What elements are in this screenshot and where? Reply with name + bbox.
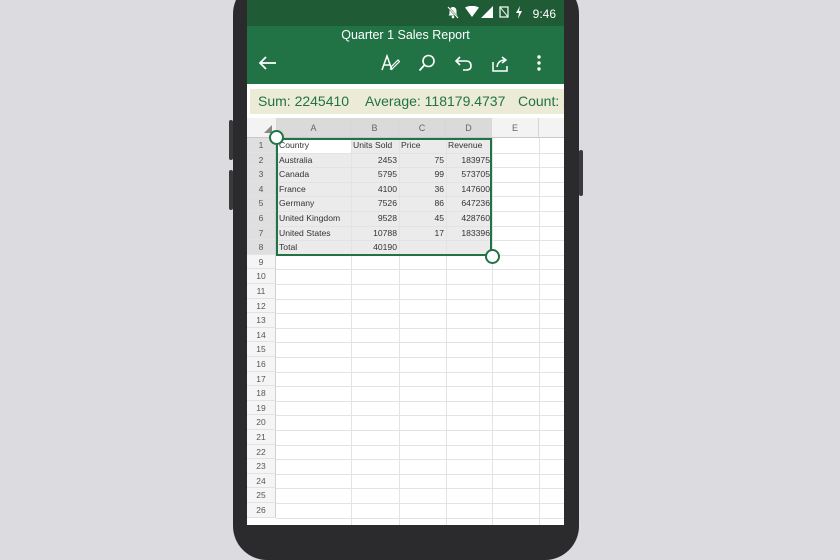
grid-line — [276, 313, 564, 315]
row-header[interactable]: 23 — [247, 459, 276, 474]
row-header[interactable]: 22 — [247, 444, 276, 460]
row-header[interactable]: 9 — [247, 254, 276, 270]
row-header[interactable]: 24 — [247, 473, 276, 489]
battery-icon — [515, 6, 523, 22]
row-header[interactable]: 15 — [247, 342, 276, 357]
undo-icon[interactable] — [449, 48, 479, 78]
row-header[interactable]: 13 — [247, 313, 276, 328]
sum-stat[interactable]: Sum: 2245410 — [250, 89, 358, 114]
phone-screen: 9:46 Quarter 1 Sales Report Sum: 2245410… — [247, 0, 564, 525]
pen-icon[interactable] — [375, 48, 405, 78]
search-icon[interactable] — [412, 48, 442, 78]
mute-icon — [447, 6, 459, 22]
grid-line — [276, 488, 564, 490]
grid-line — [276, 503, 564, 504]
grid-line — [276, 386, 564, 388]
row-header[interactable]: 17 — [247, 371, 276, 387]
volume-button — [229, 170, 233, 210]
more-icon[interactable] — [524, 48, 554, 78]
grid-line — [276, 357, 564, 358]
row-header[interactable]: 8 — [247, 240, 276, 255]
row-header[interactable]: 19 — [247, 400, 276, 416]
grid-line — [276, 371, 564, 373]
row-header[interactable]: 25 — [247, 488, 276, 503]
selection-handle-start[interactable] — [269, 130, 284, 145]
grid-line — [276, 284, 564, 285]
grid-line — [276, 415, 564, 417]
row-header[interactable]: 4 — [247, 181, 276, 197]
grid-line — [276, 342, 564, 344]
row-header[interactable]: 7 — [247, 225, 276, 241]
row-header[interactable]: 20 — [247, 415, 276, 430]
grid-line — [276, 430, 564, 431]
app-bar: Quarter 1 Sales Report — [247, 26, 564, 84]
column-header-d[interactable]: D — [446, 118, 492, 138]
grid-line — [276, 444, 564, 446]
grid-line — [276, 327, 564, 329]
grid-line — [276, 400, 564, 402]
grid-line — [276, 517, 564, 519]
column-header-c[interactable]: C — [399, 118, 446, 138]
grid-line — [276, 269, 564, 271]
row-header[interactable]: 5 — [247, 196, 276, 211]
row-header[interactable]: 12 — [247, 298, 276, 314]
row-header[interactable]: 21 — [247, 430, 276, 445]
row-header[interactable]: 6 — [247, 211, 276, 226]
selection-handle-end[interactable] — [485, 249, 500, 264]
row-header[interactable]: 2 — [247, 152, 276, 168]
row-header[interactable]: 16 — [247, 357, 276, 372]
spreadsheet-grid[interactable]: A B C D E 1 2 3 4 5 6 7 8 9 10 11 12 13 14 15 16 17 18 19 2… — [247, 118, 564, 525]
power-button — [579, 150, 583, 196]
grid-line — [276, 298, 564, 300]
grid-line — [276, 473, 564, 475]
grid-line — [276, 459, 564, 461]
share-icon[interactable] — [486, 48, 516, 78]
row-header[interactable]: 18 — [247, 386, 276, 401]
selection-stats-bar: Sum: 2245410 Average: 118179.4737 Count:… — [247, 84, 564, 118]
row-header[interactable]: 26 — [247, 503, 276, 518]
status-bar: 9:46 — [247, 0, 564, 26]
back-arrow-icon[interactable] — [253, 48, 283, 78]
column-header-a[interactable]: A — [277, 118, 351, 138]
row-header[interactable]: 14 — [247, 327, 276, 343]
clock: 9:46 — [532, 7, 556, 21]
column-header-e[interactable]: E — [492, 118, 539, 138]
document-title: Quarter 1 Sales Report — [341, 28, 470, 42]
wifi-icon — [465, 5, 479, 21]
signal-icon — [481, 6, 493, 21]
average-stat[interactable]: Average: 118179.4737 — [357, 89, 514, 114]
volume-button — [229, 120, 233, 160]
column-header-f[interactable] — [539, 118, 564, 138]
selection-border — [276, 138, 492, 256]
row-header[interactable]: 10 — [247, 269, 276, 284]
row-header[interactable]: 11 — [247, 284, 276, 299]
count-stat[interactable]: Count: 2 — [510, 89, 564, 114]
column-header-b[interactable]: B — [351, 118, 399, 138]
row-header[interactable]: 3 — [247, 167, 276, 182]
no-sim-icon — [499, 6, 509, 21]
